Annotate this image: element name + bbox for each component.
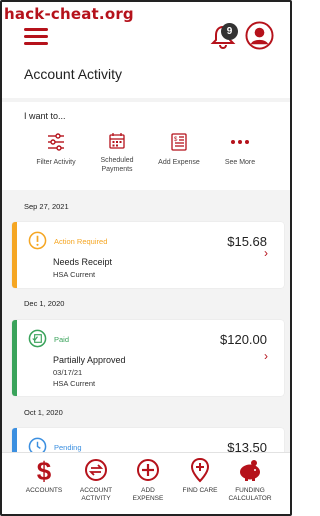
date-header: Sep 27, 2021 xyxy=(24,202,69,211)
plus-circle-icon xyxy=(137,459,159,481)
date-header: Oct 1, 2020 xyxy=(24,408,63,417)
transaction-card[interactable]: Paid $120.00 Partially Approved 03/17/21… xyxy=(12,320,284,396)
nav-account-activity[interactable]: Account Activity xyxy=(68,457,124,503)
sliders-icon xyxy=(48,133,64,151)
svg-text:$: $ xyxy=(174,137,178,143)
account-name: HSA Current xyxy=(53,270,96,279)
scheduled-payments-button[interactable]: Scheduled Payments xyxy=(85,132,149,174)
quick-actions-label: I want to... xyxy=(24,111,66,121)
paid-receipt-icon xyxy=(28,329,47,348)
amount: $120.00 xyxy=(220,332,267,347)
app-screen: 9 Account Activity hack-cheat.org I want… xyxy=(0,0,292,516)
see-more-button[interactable]: See More xyxy=(208,132,272,167)
alert-icon xyxy=(28,231,47,250)
transfer-icon xyxy=(85,459,107,481)
status-label: Action Required xyxy=(54,237,108,246)
filter-activity-button[interactable]: Filter Activity xyxy=(24,132,88,167)
nav-accounts[interactable]: $ Accounts xyxy=(16,457,72,495)
transaction-card[interactable]: Action Required $15.68 Needs Receipt HSA… xyxy=(12,222,284,288)
transaction-date: 03/17/21 xyxy=(53,368,83,377)
card-title: Partially Approved xyxy=(53,355,126,365)
nav-accounts-label: Accounts xyxy=(25,487,63,494)
nav-funding-calculator[interactable]: Funding Calculator xyxy=(222,457,278,503)
profile-icon[interactable] xyxy=(245,21,274,50)
status-bar xyxy=(12,222,17,288)
nav-find-care[interactable]: Find Care xyxy=(172,457,228,495)
bottom-navigation: $ Accounts Account Activity Add Expense xyxy=(2,452,290,514)
menu-icon[interactable] xyxy=(24,28,48,45)
add-expense-label: Add Expense xyxy=(158,159,200,166)
add-expense-button[interactable]: $ Add Expense xyxy=(147,132,211,167)
page-title: Account Activity xyxy=(24,66,123,82)
status-bar xyxy=(12,320,17,396)
calendar-icon xyxy=(109,133,125,149)
scheduled-payments-label: Scheduled Payments xyxy=(100,157,134,173)
nav-funding-calculator-label: Funding Calculator xyxy=(228,487,272,502)
chevron-right-icon[interactable]: › xyxy=(264,246,268,260)
see-more-label: See More xyxy=(224,159,256,166)
amount: $15.68 xyxy=(227,234,267,249)
watermark-text: hack-cheat.org xyxy=(4,5,134,23)
quick-actions-panel: I want to... Filter Activity Scheduled P… xyxy=(2,102,290,190)
notification-badge: 9 xyxy=(221,23,238,40)
nav-find-care-label: Find Care xyxy=(182,487,218,494)
nav-add-expense-label: Add Expense xyxy=(132,487,164,502)
date-header: Dec 1, 2020 xyxy=(24,299,65,308)
nav-add-expense[interactable]: Add Expense xyxy=(120,457,176,503)
svg-text:$: $ xyxy=(37,457,52,483)
map-pin-icon xyxy=(190,457,210,483)
receipt-icon: $ xyxy=(171,133,187,151)
nav-account-activity-label: Account Activity xyxy=(79,487,113,502)
filter-activity-label: Filter Activity xyxy=(36,159,76,166)
card-title: Needs Receipt xyxy=(53,257,113,267)
more-dots-icon xyxy=(231,140,249,144)
dollar-icon: $ xyxy=(37,457,52,483)
chevron-right-icon[interactable]: › xyxy=(264,349,268,363)
account-name: HSA Current xyxy=(53,379,96,388)
status-label: Pending xyxy=(54,443,82,452)
status-label: Paid xyxy=(54,335,70,344)
piggy-bank-icon xyxy=(240,460,260,481)
